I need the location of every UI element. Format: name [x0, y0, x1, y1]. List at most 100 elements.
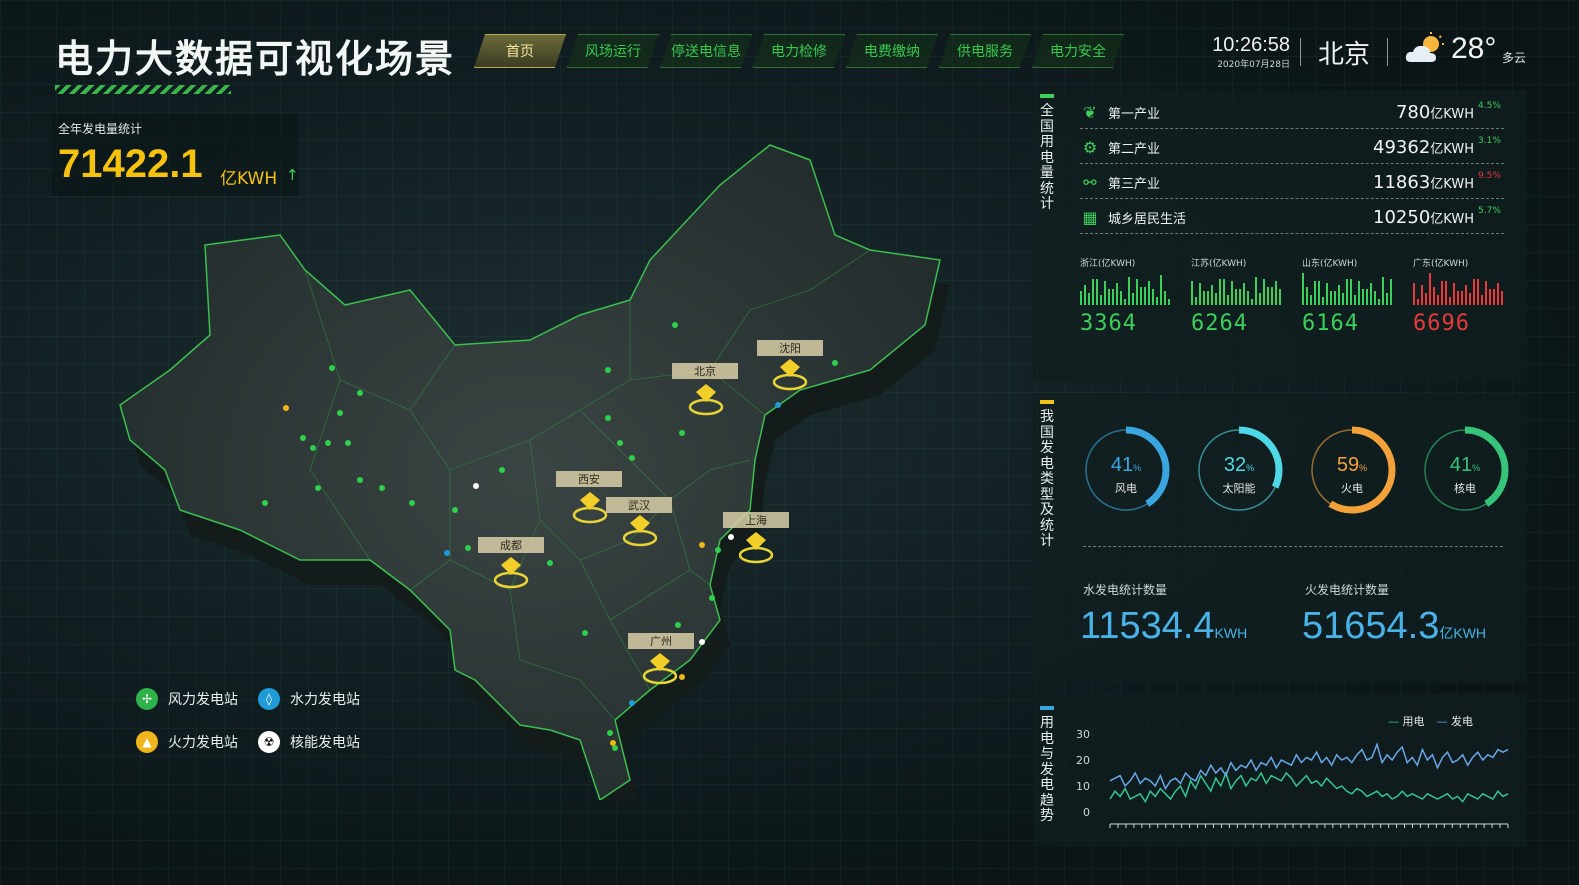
mini-bar-chart	[1302, 271, 1392, 305]
clock: 10:26:58 2020年07月28日	[1208, 34, 1290, 70]
province-zhejiang: 浙江(亿KWH) 3364	[1080, 256, 1180, 348]
legend-hydro[interactable]: ◊ 水力发电站	[258, 688, 360, 710]
services-icon: ⚯	[1083, 172, 1097, 192]
mini-bar	[1322, 297, 1324, 305]
province-value: 3364	[1080, 311, 1137, 336]
province-label: 浙江(亿KWH)	[1080, 259, 1136, 269]
mini-bar	[1350, 279, 1352, 305]
mini-bar	[1263, 279, 1265, 305]
gauge-unit: %	[1133, 463, 1142, 473]
mini-bar	[1132, 293, 1134, 305]
panel-marker	[1040, 94, 1054, 98]
mini-bar	[1417, 299, 1419, 305]
province-shandong: 山东(亿KWH) 6164	[1302, 256, 1402, 348]
industry-name: 第一产业	[1108, 107, 1161, 122]
city-label: 上海	[745, 513, 767, 527]
mini-bar	[1338, 285, 1340, 305]
thermal-stat-label: 火发电统计数量	[1305, 583, 1390, 597]
mini-bar	[1255, 277, 1257, 305]
panel-marker	[1040, 400, 1054, 404]
mini-bar	[1358, 281, 1360, 305]
nav-tab-safety[interactable]: 电力安全	[1032, 34, 1124, 68]
mini-bar-chart	[1413, 271, 1503, 305]
mini-bar	[1203, 291, 1205, 305]
mini-bar	[1128, 277, 1130, 305]
mini-bar	[1259, 293, 1261, 305]
legend-nuclear[interactable]: ☢ 核能发电站	[258, 731, 360, 753]
industry-row-residential: ▦ 城乡居民生活 10250 亿KWH 5.7%	[1080, 202, 1504, 234]
mini-bar	[1449, 297, 1451, 305]
y-tick-label: 20	[1076, 754, 1090, 767]
y-tick-label: 10	[1076, 780, 1090, 793]
gauge-thermal: 59% 火电	[1306, 424, 1398, 516]
mini-bar	[1302, 271, 1304, 305]
nuclear-icon: ☢	[258, 731, 280, 753]
mini-bar	[1164, 291, 1166, 305]
industry-growth: 5.7%	[1478, 206, 1501, 216]
generation-title: 我国发电类型及统计	[1040, 409, 1054, 549]
mini-bar	[1239, 289, 1241, 305]
gauge-unit: %	[1359, 463, 1368, 473]
city-label: 武汉	[628, 499, 650, 512]
nav-tab-maintenance[interactable]: 电力检修	[753, 34, 845, 68]
header-divider	[1387, 38, 1388, 66]
industry-name: 城乡居民生活	[1108, 212, 1187, 227]
gauge-label: 火电	[1341, 482, 1363, 495]
mini-bar	[1275, 281, 1277, 305]
industry-unit: 亿KWH	[1430, 212, 1474, 227]
mini-bar	[1457, 291, 1459, 305]
mini-bar	[1247, 291, 1249, 305]
annual-generation-label: 全年发电量统计	[58, 122, 143, 136]
mini-bar	[1136, 279, 1138, 305]
mini-bar	[1088, 293, 1090, 305]
legend-thermal[interactable]: ▲ 火力发电站	[136, 731, 238, 753]
legend-wind[interactable]: ✢ 风力发电站	[136, 688, 238, 710]
industry-unit: 亿KWH	[1430, 107, 1474, 122]
nav-tab-home[interactable]: 首页	[474, 34, 566, 68]
mini-bar	[1207, 291, 1209, 305]
mini-bar	[1386, 293, 1388, 305]
mini-bar	[1144, 287, 1146, 305]
mini-bar	[1469, 293, 1471, 305]
mini-bar	[1346, 279, 1348, 305]
mini-bar	[1160, 275, 1162, 305]
mini-bar	[1501, 291, 1503, 305]
mini-bar	[1211, 285, 1213, 305]
divider	[1083, 546, 1503, 547]
mini-bar	[1473, 279, 1475, 305]
mini-bar	[1112, 289, 1114, 305]
mini-bar	[1334, 291, 1336, 305]
mini-bar	[1148, 281, 1150, 305]
mini-bar	[1374, 291, 1376, 305]
temperature: 28°	[1451, 32, 1497, 65]
province-guangdong: 广东(亿KWH) 6696	[1413, 256, 1513, 348]
nav-tab-supply-service[interactable]: 供电服务	[939, 34, 1031, 68]
top-nav: 首页 风场运行 停送电信息 电力检修 电费缴纳 供电服务 电力安全	[474, 34, 1125, 68]
consumption-title: 全国用电量统计	[1040, 103, 1054, 212]
industry-value: 49362	[1373, 137, 1431, 158]
mini-bar	[1421, 285, 1423, 305]
title-underline	[55, 85, 231, 94]
mini-bar	[1485, 281, 1487, 305]
mini-bar	[1215, 293, 1217, 305]
series-line-usage	[1109, 770, 1509, 804]
mini-bar	[1080, 291, 1082, 305]
mini-bar	[1124, 299, 1126, 305]
mini-bar	[1096, 279, 1098, 305]
weather-description: 多云	[1502, 51, 1527, 65]
industry-growth: 3.1%	[1478, 136, 1501, 146]
water-drop-icon: ◊	[258, 688, 280, 710]
industry-row-tertiary: ⚯ 第三产业 11863 亿KWH 9.5%	[1080, 167, 1504, 199]
gauge-solar: 32% 太阳能	[1193, 424, 1285, 516]
mini-bar	[1191, 281, 1193, 305]
nav-tab-bill-payment[interactable]: 电费缴纳	[846, 34, 938, 68]
trend-title: 用电与发电趋势	[1040, 715, 1054, 824]
nav-tab-outage-info[interactable]: 停送电信息	[660, 34, 752, 68]
gear-icon: ⚙	[1082, 137, 1098, 157]
hydro-stat-value: 11534.4KWH	[1080, 605, 1247, 648]
y-tick-label: 0	[1083, 806, 1090, 819]
industry-name: 第二产业	[1108, 142, 1161, 157]
industry-value: 11863	[1373, 172, 1431, 193]
nav-tab-wind-farm[interactable]: 风场运行	[567, 34, 659, 68]
industry-value: 10250	[1373, 207, 1431, 228]
